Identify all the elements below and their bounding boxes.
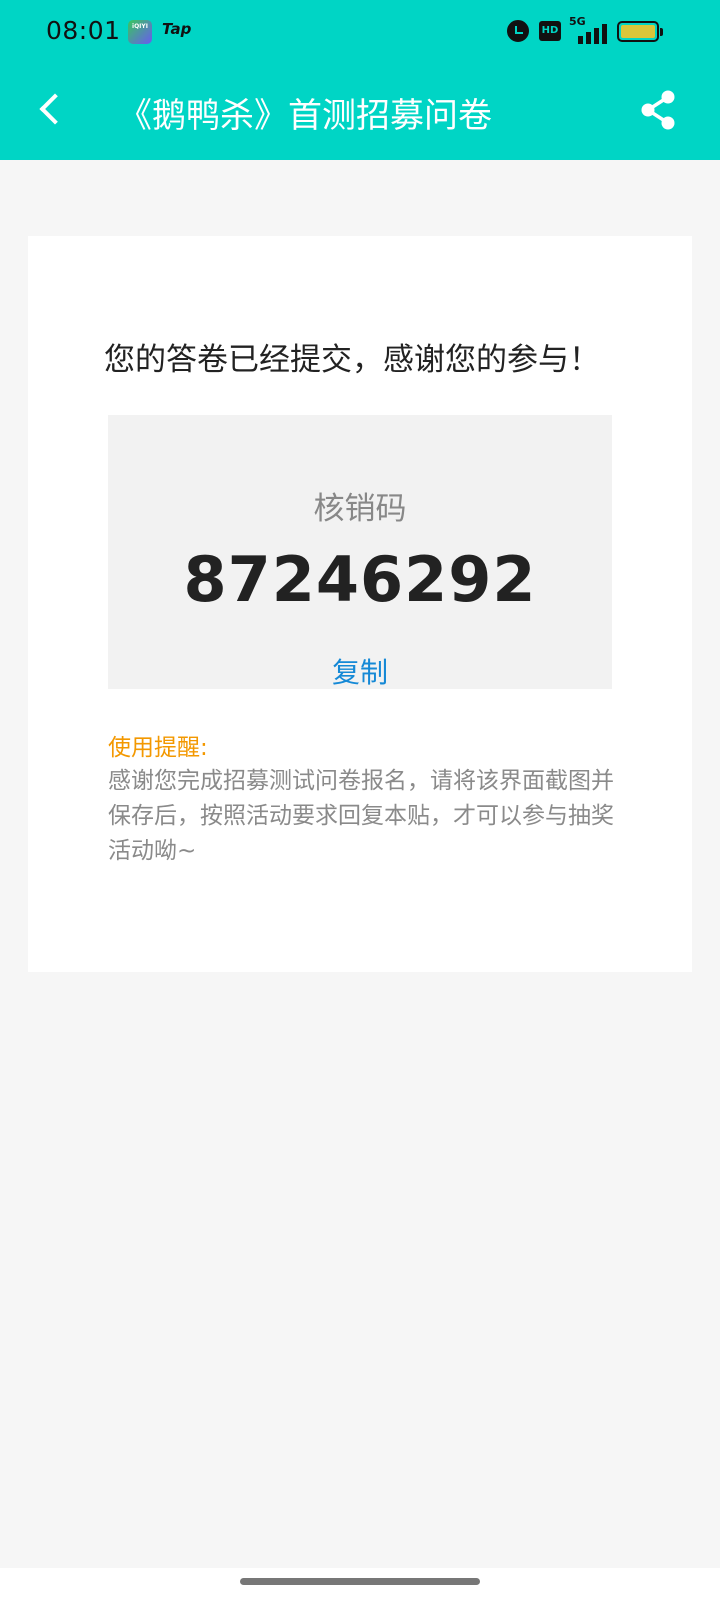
tap-app-icon: Tap bbox=[162, 20, 192, 38]
hd-icon: HD bbox=[539, 21, 561, 41]
status-time: 08:01 bbox=[46, 16, 121, 45]
status-bar: 08:01 iQIYI Tap HD 5G bbox=[0, 0, 720, 62]
share-button[interactable] bbox=[636, 88, 680, 132]
signal-icon bbox=[572, 22, 610, 44]
battery-icon bbox=[617, 21, 663, 42]
copy-button[interactable]: 复制 bbox=[310, 651, 410, 691]
back-button[interactable] bbox=[30, 84, 78, 138]
verification-code-value: 87246292 bbox=[183, 543, 537, 616]
submission-success-message: 您的答卷已经提交，感谢您的参与！ bbox=[104, 342, 600, 378]
iqiyi-label: iQIYI bbox=[132, 23, 148, 30]
page-title: 《鹅鸭杀》首测招募问卷 bbox=[118, 96, 492, 136]
reminder-title: 使用提醒: bbox=[108, 735, 208, 761]
iqiyi-app-icon: iQIYI bbox=[128, 20, 152, 44]
verification-code-box: 核销码 87246292 复制 bbox=[108, 415, 612, 689]
share-icon bbox=[641, 90, 675, 130]
reminder-text: 感谢您完成招募测试问卷报名，请将该界面截图并保存后，按照活动要求回复本贴，才可以… bbox=[108, 768, 614, 864]
result-card: 您的答卷已经提交，感谢您的参与！ 核销码 87246292 复制 使用提醒: 感… bbox=[28, 236, 692, 972]
verification-code-label: 核销码 bbox=[313, 491, 407, 527]
alarm-icon bbox=[507, 20, 529, 42]
home-indicator[interactable] bbox=[240, 1578, 480, 1585]
